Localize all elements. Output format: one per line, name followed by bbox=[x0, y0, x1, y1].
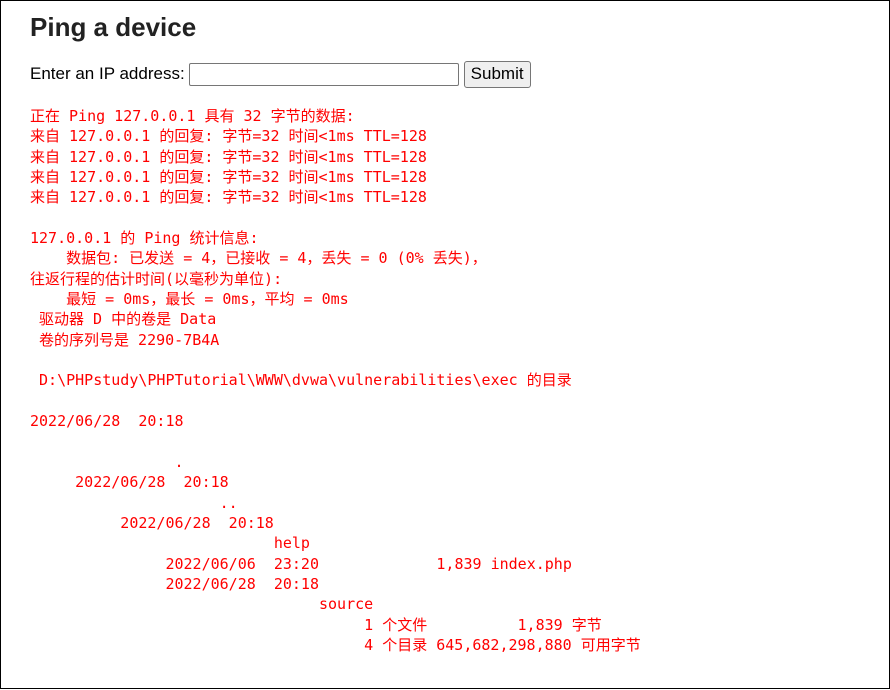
output-line: .. bbox=[30, 493, 238, 512]
output-line: 2022/06/28 20:18 bbox=[30, 513, 274, 532]
output-line: 最短 = 0ms，最长 = 0ms，平均 = 0ms bbox=[30, 290, 349, 309]
output-line: 127.0.0.1 的 Ping 统计信息: bbox=[30, 229, 259, 248]
output-line: 2022/06/28 20:18 bbox=[30, 473, 229, 492]
ping-form: Enter an IP address: Submit bbox=[30, 59, 531, 89]
ping-output: 正在 Ping 127.0.0.1 具有 32 字节的数据: 来自 127.0.0… bbox=[30, 106, 641, 655]
output-line: 来自 127.0.0.1 的回复: 字节=32 时间<1ms TTL=128 bbox=[30, 147, 427, 166]
output-line: 正在 Ping 127.0.0.1 具有 32 字节的数据: bbox=[30, 107, 355, 125]
output-line: . bbox=[30, 452, 184, 471]
output-line: 4 个目录 645,682,298,880 可用字节 bbox=[30, 635, 641, 654]
output-line: 1 个文件 1,839 字节 bbox=[30, 615, 602, 634]
output-line: 数据包: 已发送 = 4，已接收 = 4，丢失 = 0 (0% 丢失)， bbox=[30, 249, 487, 268]
output-line: 往返行程的估计时间(以毫秒为单位): bbox=[30, 269, 283, 288]
output-line: 驱动器 D 中的卷是 Data bbox=[30, 310, 217, 329]
output-line: 来自 127.0.0.1 的回复: 字节=32 时间<1ms TTL=128 bbox=[30, 168, 427, 187]
ip-address-input[interactable] bbox=[188, 62, 459, 86]
output-line: 卷的序列号是 2290-7B4A bbox=[30, 330, 220, 349]
page-frame: Ping a device Enter an IP address: Submi… bbox=[0, 0, 890, 689]
page-title: Ping a device bbox=[30, 12, 197, 42]
ip-address-label: Enter an IP address: bbox=[30, 64, 185, 83]
output-line: 2022/06/06 23:20 1,839 index.php bbox=[30, 554, 572, 573]
output-line: 来自 127.0.0.1 的回复: 字节=32 时间<1ms TTL=128 bbox=[30, 188, 427, 207]
output-line: 2022/06/28 20:18 bbox=[30, 412, 184, 431]
output-line: source bbox=[30, 595, 374, 614]
output-line: D:\PHPstudy\PHPTutorial\WWW\dvwa\vulnera… bbox=[30, 371, 572, 390]
submit-button[interactable]: Submit bbox=[463, 60, 531, 88]
output-line: 2022/06/28 20:18 bbox=[30, 574, 319, 593]
output-line: help bbox=[30, 534, 310, 553]
output-line: 来自 127.0.0.1 的回复: 字节=32 时间<1ms TTL=128 bbox=[30, 127, 427, 146]
